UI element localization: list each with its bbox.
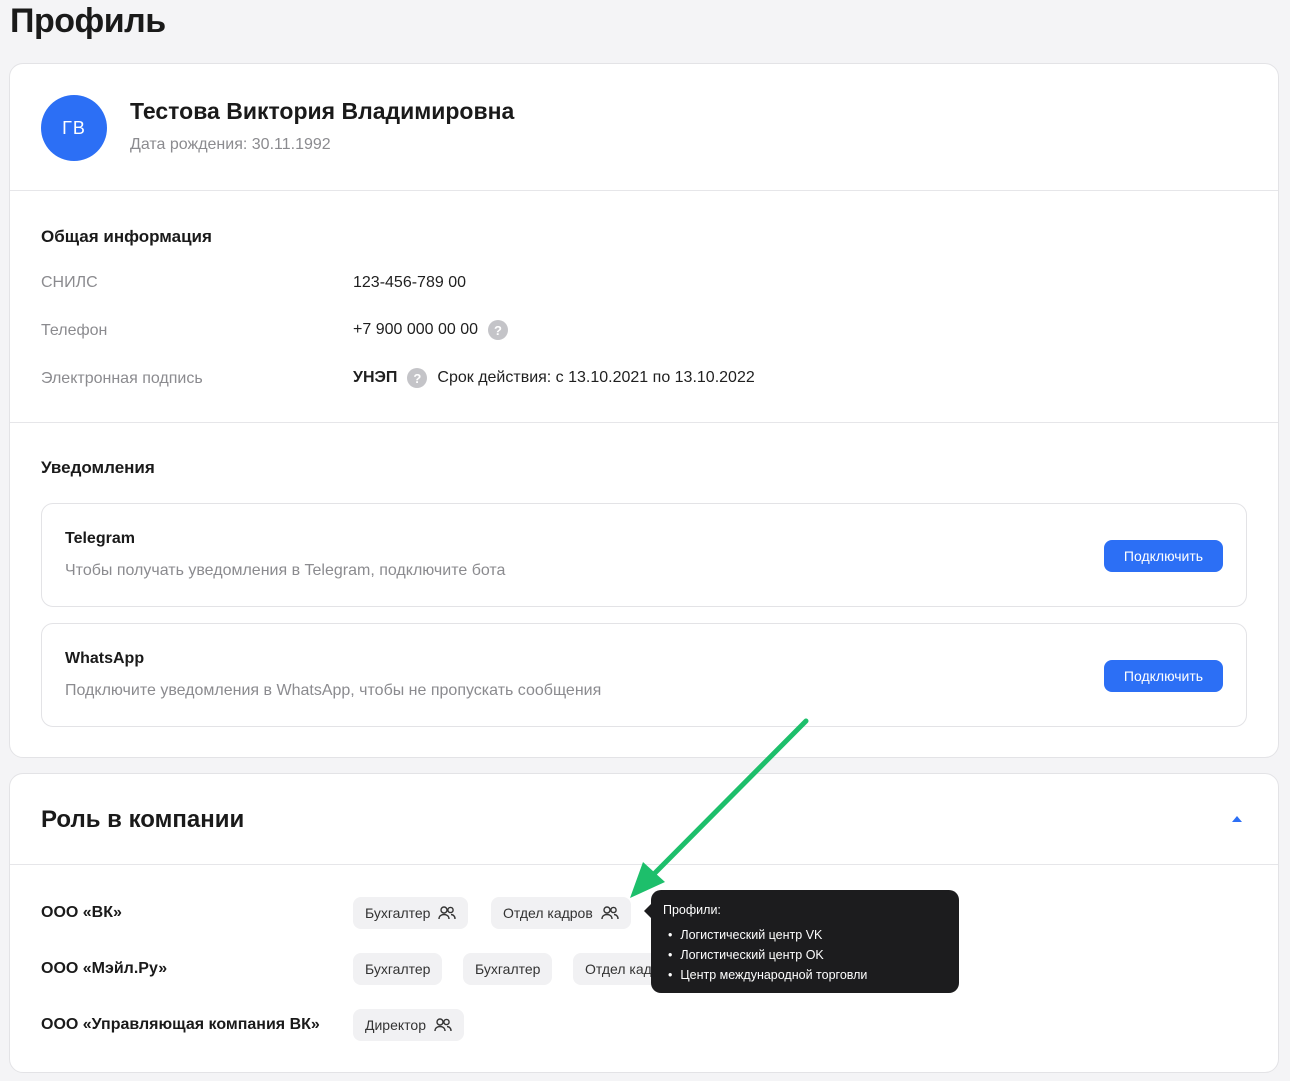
birth-label: Дата рождения: [130,136,248,153]
signature-label: Электронная подпись [41,370,203,387]
avatar: ГВ [41,95,107,161]
people-icon [434,1018,452,1032]
question-icon[interactable]: ? [407,368,428,388]
tooltip-item: Логистический центр VK [663,925,947,945]
phone-label: Телефон [41,322,108,339]
role-section-title: Роль в компании [41,806,245,833]
role-chip-label: Бухгалтер [365,961,431,977]
role-chip-label: Отдел кадров [503,905,593,921]
tooltip-item: Логистический центр OK [663,945,947,965]
notification-whatsapp: WhatsApp Подключите уведомления в WhatsA… [41,623,1247,727]
role-chip[interactable]: Директор [353,1009,464,1041]
birth-date: 30.11.1992 [251,136,331,153]
profiles-tooltip: Профили: Логистический центр VK Логистич… [644,890,959,993]
role-chip-label: Бухгалтер [365,905,431,921]
snils-value-text: 123-456-789 00 [353,274,466,291]
phone-value: +7 900 000 00 00 ? [353,320,509,340]
signature-validity: Срок действия: с 13.10.2021 по 13.10.202… [437,369,755,386]
signature-value: УНЭП ? Срок действия: с 13.10.2021 по 13… [353,368,755,388]
role-chip[interactable]: Отдел кадров [491,897,631,929]
profile-full-name: Тестова Виктория Владимировна [130,98,515,124]
connect-telegram-button[interactable]: Подключить [1104,540,1223,572]
tooltip-item: Центр международной торговли [663,965,947,985]
role-chip[interactable]: Бухгалтер [353,953,443,985]
divider [10,190,1278,191]
tooltip-list: Логистический центр VK Логистический цен… [663,925,947,985]
role-chip-label: Директор [365,1017,426,1033]
notification-name: WhatsApp [65,650,145,667]
role-chip-label: Бухгалтер [475,961,541,977]
company-name: ООО «ВК» [41,904,122,921]
notification-description: Подключите уведомления в WhatsApp, чтобы… [65,682,602,699]
role-chip[interactable]: Бухгалтер [353,897,469,929]
divider [10,864,1278,865]
general-info-title: Общая информация [41,227,212,246]
role-card: Роль в компании ООО «ВК» ООО «Мэйл.Ру» О… [9,773,1279,1073]
profile-card: ГВ Тестова Виктория Владимировна Дата ро… [9,63,1279,758]
page-title: Профиль [10,2,166,40]
notification-description: Чтобы получать уведомления в Telegram, п… [65,562,506,579]
company-name: ООО «Управляющая компания ВК» [41,1016,320,1033]
notification-name: Telegram [65,530,135,547]
signature-type: УНЭП [353,369,398,386]
snils-value: 123-456-789 00 [353,274,466,292]
connect-whatsapp-button[interactable]: Подключить [1104,660,1223,692]
divider [10,422,1278,423]
snils-label: СНИЛС [41,274,98,291]
profile-birth: Дата рождения: 30.11.1992 [130,136,331,154]
notifications-title: Уведомления [41,458,155,477]
question-icon[interactable]: ? [488,320,509,340]
notification-telegram: Telegram Чтобы получать уведомления в Te… [41,503,1247,607]
tooltip-title: Профили: [663,903,721,917]
company-name: ООО «Мэйл.Ру» [41,960,168,977]
role-chip[interactable]: Бухгалтер [463,953,553,985]
phone-value-text: +7 900 000 00 00 [353,321,479,338]
people-icon [601,906,619,920]
chevron-up-icon[interactable] [1232,816,1242,822]
people-icon [438,906,457,920]
